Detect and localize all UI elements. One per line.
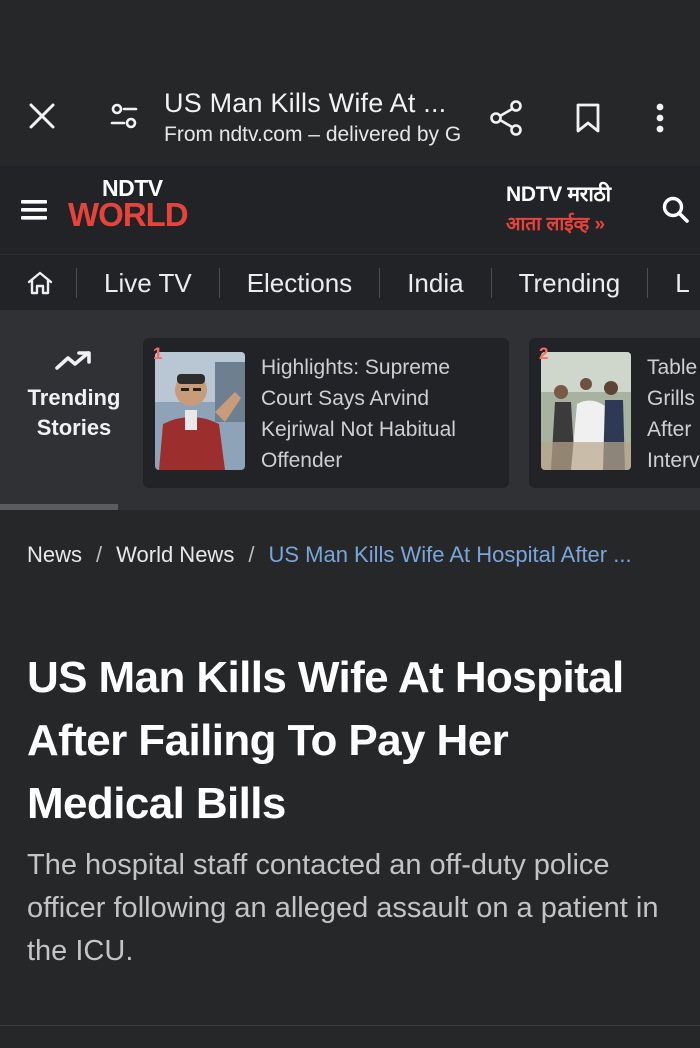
trending-label-line2: Stories bbox=[36, 415, 112, 440]
trending-label: Trending Stories bbox=[20, 350, 128, 443]
trending-up-icon bbox=[55, 351, 91, 370]
headline-line: Medical Bills bbox=[27, 779, 286, 828]
home-icon[interactable] bbox=[20, 263, 60, 303]
card-headline-line: Highlights: Supreme bbox=[261, 356, 451, 379]
browser-title-block[interactable]: US Man Kills Wife At ... From ndtv.com –… bbox=[164, 88, 469, 147]
card-headline-line: Court Says Arvind bbox=[261, 387, 430, 410]
nav-items: Live TV Elections India Trending L bbox=[76, 255, 700, 311]
article: News / World News / US Man Kills Wife At Hos… bbox=[0, 510, 700, 1048]
card-headline-line: Kejriwal Not Habitual bbox=[261, 418, 456, 441]
breadcrumb-news[interactable]: News bbox=[27, 542, 82, 567]
hamburger-menu-icon[interactable] bbox=[16, 188, 52, 232]
nav-item-live-tv[interactable]: Live TV bbox=[76, 268, 219, 298]
nav-item-india[interactable]: India bbox=[379, 268, 490, 298]
card-rank: 2 bbox=[539, 344, 549, 363]
story-thumbnail bbox=[155, 352, 245, 470]
card-headline-line: Table bbox=[647, 356, 698, 379]
status-area bbox=[0, 0, 700, 68]
breadcrumb-current: US Man Kills Wife At Hospital After ... bbox=[268, 542, 632, 567]
nav-item-more[interactable]: L bbox=[647, 268, 700, 298]
bookmark-icon[interactable] bbox=[566, 96, 610, 140]
divider bbox=[0, 1025, 700, 1026]
more-menu-icon[interactable] bbox=[642, 96, 678, 140]
card-headline-line: Offender bbox=[261, 449, 343, 472]
headline-line: After Failing To Pay Her bbox=[27, 716, 509, 765]
trending-card-2[interactable]: 2 Table Grills After Interv bbox=[529, 338, 700, 488]
nav-item-elections[interactable]: Elections bbox=[218, 268, 380, 298]
trending-label-line1: Trending bbox=[27, 385, 121, 410]
card-headline-line: Grills bbox=[647, 387, 695, 410]
card-headline-line: Interv bbox=[647, 449, 700, 472]
headline-line: US Man Kills Wife At Hospital bbox=[27, 653, 624, 702]
trending-stories: Trending Stories 1 Highlights: Supreme C… bbox=[0, 310, 700, 510]
article-summary: The hospital staff contacted an off-duty… bbox=[27, 849, 659, 967]
page-title: US Man Kills Wife At ... bbox=[164, 88, 447, 118]
breadcrumb-world-news[interactable]: World News bbox=[116, 542, 234, 567]
card-headline-line: After bbox=[647, 418, 692, 441]
logo-bottom-text: WORLD bbox=[68, 196, 188, 233]
close-icon[interactable] bbox=[22, 94, 62, 138]
page-source: From ndtv.com – delivered by G bbox=[164, 123, 462, 146]
breadcrumb-separator: / bbox=[96, 542, 103, 567]
article-headline: US Man Kills Wife At Hospital After Fail… bbox=[27, 646, 677, 835]
promo-title: NDTV मराठी bbox=[506, 183, 611, 206]
nav-item-trending[interactable]: Trending bbox=[490, 268, 648, 298]
card-headline: Highlights: Supreme Court Says Arvind Ke… bbox=[261, 352, 456, 476]
breadcrumb: News / World News / US Man Kills Wife At Hos… bbox=[27, 542, 632, 568]
share-icon[interactable] bbox=[484, 96, 528, 140]
trending-card-1[interactable]: 1 Highlights: Supreme Court Says Arvind … bbox=[143, 338, 509, 488]
story-thumbnail bbox=[541, 352, 631, 470]
breadcrumb-separator: / bbox=[248, 542, 255, 567]
card-headline: Table Grills After Interv bbox=[647, 352, 700, 476]
ndtv-marathi-promo[interactable]: NDTV मराठी आता लाईव्ह » bbox=[506, 180, 611, 236]
promo-subtitle: आता लाईव्ह » bbox=[506, 214, 606, 235]
category-nav: Live TV Elections India Trending L bbox=[0, 254, 700, 310]
tune-icon[interactable] bbox=[102, 94, 146, 138]
card-rank: 1 bbox=[153, 344, 163, 363]
trending-label-text: Trending Stories bbox=[20, 383, 128, 443]
search-icon[interactable] bbox=[656, 188, 696, 232]
ndtv-world-logo[interactable]: NDTV WORLD bbox=[66, 174, 192, 234]
browser-toolbar: US Man Kills Wife At ... From ndtv.com –… bbox=[0, 68, 700, 166]
site-header: NDTV WORLD NDTV मराठी आता लाईव्ह » bbox=[0, 166, 700, 254]
